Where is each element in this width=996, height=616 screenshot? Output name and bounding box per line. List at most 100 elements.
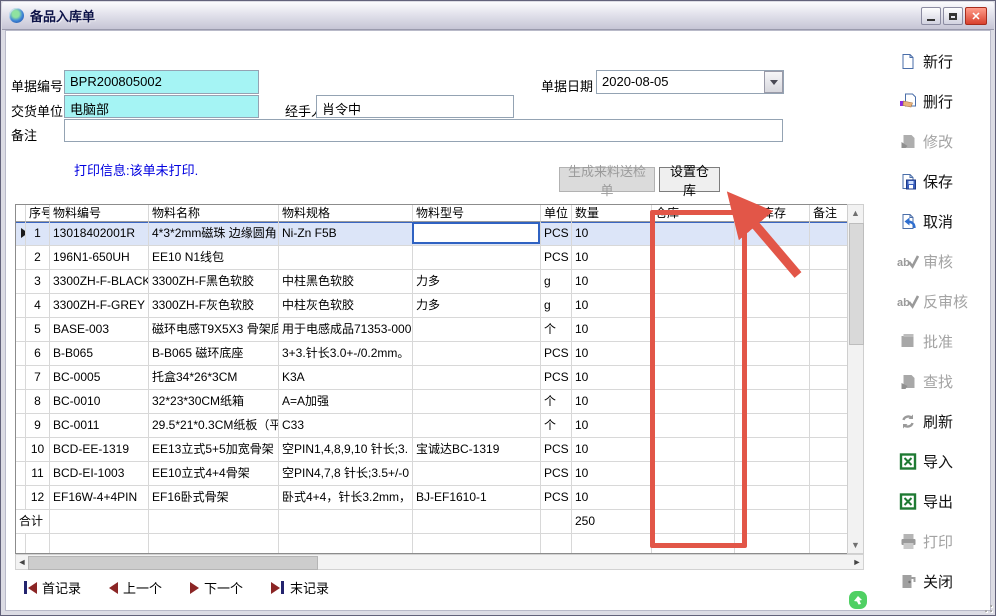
table-cell[interactable]: 10 <box>572 486 652 510</box>
table-cell[interactable]: 托盒34*26*3CM <box>149 366 279 390</box>
table-row[interactable]: 7BC-0005托盒34*26*3CMK3APCS10 <box>16 366 847 390</box>
table-cell[interactable]: 13018402001R <box>50 222 149 246</box>
handler-field[interactable]: 肖令中 <box>316 95 514 118</box>
table-cell[interactable] <box>652 366 735 390</box>
table-cell[interactable]: EF16卧式骨架 <box>149 486 279 510</box>
table-cell[interactable]: 8 <box>26 390 50 414</box>
table-row[interactable]: 12EF16W-4+4PINEF16卧式骨架卧式4+4，针长3.2mm，BJ-E… <box>16 486 847 510</box>
table-cell[interactable]: EF16W-4+4PIN <box>50 486 149 510</box>
vertical-scrollbar[interactable]: ▲ ▼ <box>847 204 864 554</box>
table-cell[interactable]: EE10 N1线包 <box>149 246 279 270</box>
table-cell[interactable]: 6 <box>26 342 50 366</box>
table-row[interactable]: 33300ZH-F-BLACK3300ZH-F黑色软胶中柱黑色软胶力多g10 <box>16 270 847 294</box>
table-cell[interactable] <box>652 270 735 294</box>
supplier-field[interactable]: 电脑部 <box>64 95 259 118</box>
table-cell[interactable] <box>810 246 848 270</box>
table-cell[interactable] <box>413 462 541 486</box>
table-cell[interactable]: 196N1-650UH <box>50 246 149 270</box>
table-cell[interactable]: BASE-003 <box>50 318 149 342</box>
sidebar-button-delete-row[interactable]: 删行 <box>897 89 991 113</box>
horizontal-scroll-thumb[interactable] <box>28 556 318 570</box>
table-cell[interactable] <box>735 318 810 342</box>
table-row[interactable]: 43300ZH-F-GREY3300ZH-F灰色软胶中柱灰色软胶力多g10 <box>16 294 847 318</box>
table-cell[interactable] <box>735 222 810 246</box>
table-cell[interactable]: 个 <box>541 390 572 414</box>
table-cell[interactable]: 11 <box>26 462 50 486</box>
table-cell[interactable] <box>413 318 541 342</box>
table-cell[interactable] <box>652 486 735 510</box>
table-cell[interactable]: 3300ZH-F黑色软胶 <box>149 270 279 294</box>
table-cell[interactable]: 中柱黑色软胶 <box>279 270 413 294</box>
table-cell[interactable]: 1 <box>26 222 50 246</box>
nav-next-record-button[interactable]: 下一个 <box>190 578 243 597</box>
nav-first-record-button[interactable]: 首记录 <box>23 578 81 597</box>
table-cell[interactable]: 用于电感成品71353-000 <box>279 318 413 342</box>
table-cell[interactable]: 4*3*2mm磁珠 边缘圆角 <box>149 222 279 246</box>
table-cell[interactable]: PCS <box>541 462 572 486</box>
table-cell[interactable]: PCS <box>541 342 572 366</box>
table-cell[interactable]: K3A <box>279 366 413 390</box>
table-cell[interactable]: 3300ZH-F-BLACK <box>50 270 149 294</box>
table-cell[interactable]: PCS <box>541 438 572 462</box>
table-cell[interactable] <box>810 270 848 294</box>
table-cell[interactable]: 10 <box>572 246 652 270</box>
table-cell[interactable] <box>810 438 848 462</box>
table-cell[interactable]: 3+3.针长3.0+-/0.2mm。 <box>279 342 413 366</box>
table-cell[interactable]: C33 <box>279 414 413 438</box>
table-cell[interactable] <box>810 318 848 342</box>
table-cell[interactable]: 10 <box>572 342 652 366</box>
table-cell[interactable]: 10 <box>572 318 652 342</box>
table-cell[interactable] <box>735 390 810 414</box>
table-cell[interactable]: g <box>541 294 572 318</box>
table-cell[interactable] <box>735 294 810 318</box>
table-cell[interactable]: B-B065 <box>50 342 149 366</box>
sidebar-button-cancel[interactable]: 取消 <box>897 209 991 233</box>
table-cell[interactable]: PCS <box>541 486 572 510</box>
table-cell[interactable]: 10 <box>26 438 50 462</box>
table-cell[interactable] <box>413 366 541 390</box>
remark-field[interactable] <box>64 119 783 142</box>
table-cell[interactable]: 个 <box>541 414 572 438</box>
table-cell[interactable]: 10 <box>572 270 652 294</box>
table-cell[interactable]: 2 <box>26 246 50 270</box>
table-cell[interactable]: BC-0005 <box>50 366 149 390</box>
scroll-down-icon[interactable]: ▼ <box>848 537 863 553</box>
table-cell[interactable] <box>810 486 848 510</box>
sidebar-button-import-excel[interactable]: 导入 <box>897 449 991 473</box>
resize-grip[interactable] <box>980 600 992 612</box>
close-button[interactable]: ✕ <box>965 7 987 25</box>
scroll-right-icon[interactable]: ► <box>851 555 863 569</box>
table-cell[interactable] <box>810 342 848 366</box>
table-cell[interactable]: BCD-EI-1003 <box>50 462 149 486</box>
table-cell[interactable]: 3300ZH-F-GREY <box>50 294 149 318</box>
table-cell[interactable]: 力多 <box>413 270 541 294</box>
table-cell[interactable]: 个 <box>541 318 572 342</box>
table-cell[interactable] <box>413 414 541 438</box>
table-row[interactable]: 2196N1-650UHEE10 N1线包 PCS10 <box>16 246 847 270</box>
scroll-left-icon[interactable]: ◄ <box>16 555 28 569</box>
table-cell[interactable]: EE13立式5+5加宽骨架 <box>149 438 279 462</box>
table-cell[interactable] <box>413 390 541 414</box>
table-cell[interactable] <box>652 294 735 318</box>
table-cell[interactable] <box>810 366 848 390</box>
table-cell[interactable]: 10 <box>572 366 652 390</box>
table-row[interactable]: 8BC-001032*23*30CM纸箱A=A加强个10 <box>16 390 847 414</box>
table-cell[interactable]: 磁环电感T9X5X3 骨架底 <box>149 318 279 342</box>
table-cell[interactable] <box>279 246 413 270</box>
table-cell[interactable]: PCS <box>541 246 572 270</box>
horizontal-scrollbar[interactable]: ◄ ► <box>15 554 864 570</box>
table-cell[interactable]: 3 <box>26 270 50 294</box>
table-cell[interactable]: PCS <box>541 366 572 390</box>
table-cell[interactable] <box>652 342 735 366</box>
table-cell[interactable] <box>735 366 810 390</box>
table-row[interactable]: 9BC-001129.5*21*0.3CM纸板（平C33个10 <box>16 414 847 438</box>
doc-no-field[interactable]: BPR200805002 <box>64 70 259 94</box>
table-cell[interactable]: 3300ZH-F灰色软胶 <box>149 294 279 318</box>
table-cell[interactable]: 10 <box>572 222 652 246</box>
table-cell[interactable] <box>735 270 810 294</box>
table-cell[interactable]: g <box>541 270 572 294</box>
sidebar-button-refresh[interactable]: 刷新 <box>897 409 991 433</box>
table-cell[interactable] <box>735 246 810 270</box>
model-cell-editbox[interactable] <box>412 222 540 244</box>
table-cell[interactable]: 10 <box>572 462 652 486</box>
